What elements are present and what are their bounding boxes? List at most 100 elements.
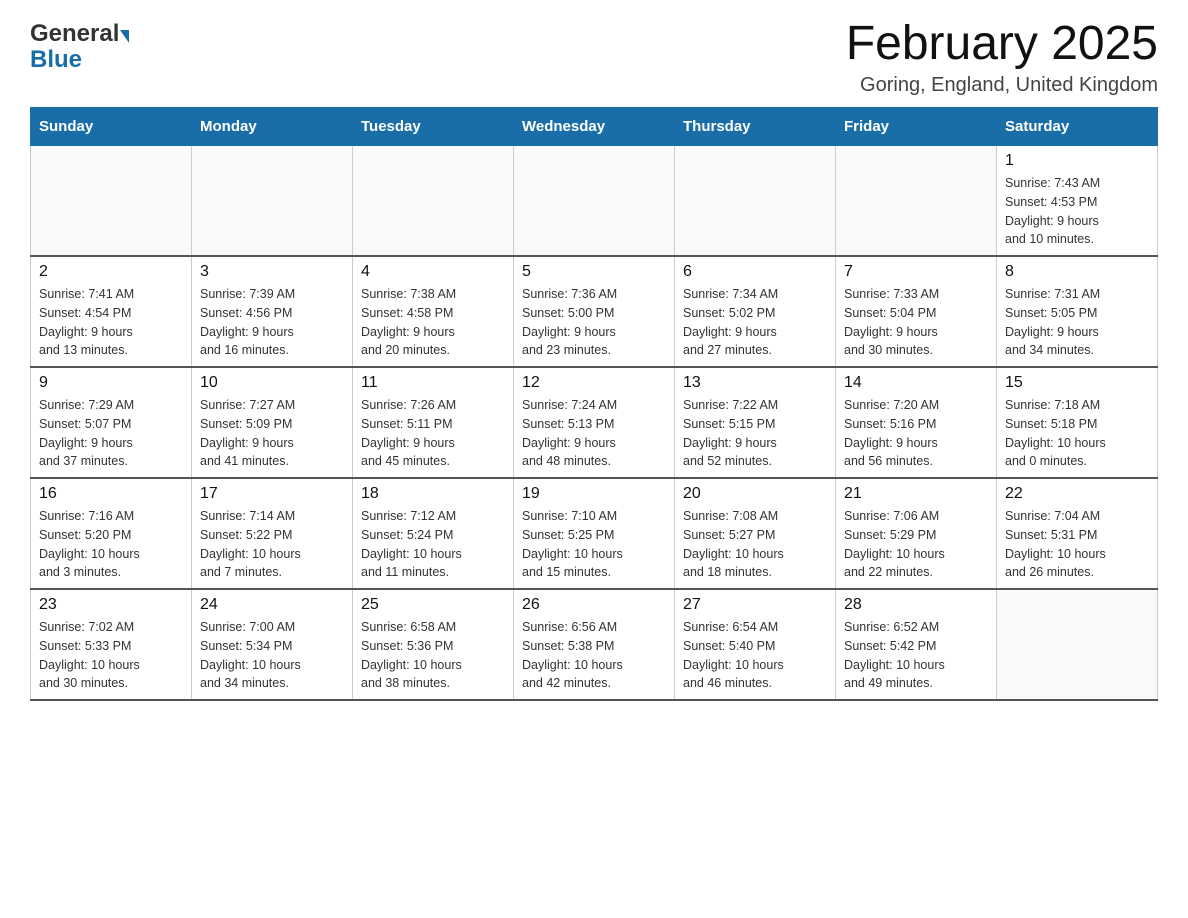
day-number: 23 <box>39 596 183 614</box>
calendar-week-1: 1 Sunrise: 7:43 AM Sunset: 4:53 PM Daylig… <box>31 146 1158 257</box>
table-row: 8 Sunrise: 7:31 AM Sunset: 5:05 PM Daylig… <box>997 256 1158 367</box>
table-row: 2 Sunrise: 7:41 AM Sunset: 4:54 PM Daylig… <box>31 256 192 367</box>
day-info: Sunrise: 7:39 AM Sunset: 4:56 PM Dayligh… <box>200 285 344 360</box>
day-number: 26 <box>522 596 666 614</box>
day-info: Sunrise: 7:14 AM Sunset: 5:22 PM Dayligh… <box>200 507 344 582</box>
table-row: 19Sunrise: 7:10 AM Sunset: 5:25 PM Dayli… <box>514 478 675 589</box>
calendar-week-3: 9 Sunrise: 7:29 AM Sunset: 5:07 PM Daylig… <box>31 367 1158 478</box>
table-row: 10 Sunrise: 7:27 AM Sunset: 5:09 PM Dayli… <box>192 367 353 478</box>
logo-blue-text: Blue <box>30 46 82 73</box>
day-number: 9 <box>39 374 183 392</box>
table-row: 6 Sunrise: 7:34 AM Sunset: 5:02 PM Daylig… <box>675 256 836 367</box>
day-info: Sunrise: 6:54 AM Sunset: 5:40 PM Dayligh… <box>683 618 827 693</box>
header-monday: Monday <box>192 108 353 146</box>
day-number: 18 <box>361 485 505 503</box>
table-row: 3 Sunrise: 7:39 AM Sunset: 4:56 PM Daylig… <box>192 256 353 367</box>
table-row <box>353 146 514 257</box>
day-info: Sunrise: 6:58 AM Sunset: 5:36 PM Dayligh… <box>361 618 505 693</box>
table-row: 27 Sunrise: 6:54 AM Sunset: 5:40 PM Dayli… <box>675 589 836 700</box>
month-title: February 2025 <box>846 20 1158 68</box>
table-row: 21 Sunrise: 7:06 AM Sunset: 5:29 PM Dayli… <box>836 478 997 589</box>
day-info: Sunrise: 7:43 AM Sunset: 4:53 PM Dayligh… <box>1005 174 1149 249</box>
header-friday: Friday <box>836 108 997 146</box>
table-row: 7 Sunrise: 7:33 AM Sunset: 5:04 PM Daylig… <box>836 256 997 367</box>
table-row: 24Sunrise: 7:00 AM Sunset: 5:34 PM Dayli… <box>192 589 353 700</box>
day-info: Sunrise: 7:36 AM Sunset: 5:00 PM Dayligh… <box>522 285 666 360</box>
day-info: Sunrise: 7:41 AM Sunset: 4:54 PM Dayligh… <box>39 285 183 360</box>
day-number: 27 <box>683 596 827 614</box>
calendar-table: Sunday Monday Tuesday Wednesday Thursday… <box>30 107 1158 701</box>
day-info: Sunrise: 7:27 AM Sunset: 5:09 PM Dayligh… <box>200 396 344 471</box>
header-saturday: Saturday <box>997 108 1158 146</box>
header-tuesday: Tuesday <box>353 108 514 146</box>
table-row <box>675 146 836 257</box>
day-info: Sunrise: 7:24 AM Sunset: 5:13 PM Dayligh… <box>522 396 666 471</box>
day-number: 12 <box>522 374 666 392</box>
day-number: 28 <box>844 596 988 614</box>
table-row: 22Sunrise: 7:04 AM Sunset: 5:31 PM Dayli… <box>997 478 1158 589</box>
calendar-header-row: Sunday Monday Tuesday Wednesday Thursday… <box>31 108 1158 146</box>
day-number: 3 <box>200 263 344 281</box>
table-row <box>31 146 192 257</box>
day-info: Sunrise: 6:56 AM Sunset: 5:38 PM Dayligh… <box>522 618 666 693</box>
day-number: 5 <box>522 263 666 281</box>
day-number: 13 <box>683 374 827 392</box>
table-row: 17 Sunrise: 7:14 AM Sunset: 5:22 PM Dayli… <box>192 478 353 589</box>
day-number: 16 <box>39 485 183 503</box>
day-info: Sunrise: 7:34 AM Sunset: 5:02 PM Dayligh… <box>683 285 827 360</box>
day-info: Sunrise: 7:06 AM Sunset: 5:29 PM Dayligh… <box>844 507 988 582</box>
day-info: Sunrise: 7:26 AM Sunset: 5:11 PM Dayligh… <box>361 396 505 471</box>
day-info: Sunrise: 7:22 AM Sunset: 5:15 PM Dayligh… <box>683 396 827 471</box>
day-info: Sunrise: 7:12 AM Sunset: 5:24 PM Dayligh… <box>361 507 505 582</box>
table-row: 1 Sunrise: 7:43 AM Sunset: 4:53 PM Daylig… <box>997 146 1158 257</box>
table-row: 28Sunrise: 6:52 AM Sunset: 5:42 PM Dayli… <box>836 589 997 700</box>
header-thursday: Thursday <box>675 108 836 146</box>
table-row: 18 Sunrise: 7:12 AM Sunset: 5:24 PM Dayli… <box>353 478 514 589</box>
table-row: 23 Sunrise: 7:02 AM Sunset: 5:33 PM Dayli… <box>31 589 192 700</box>
day-number: 1 <box>1005 152 1149 170</box>
day-info: Sunrise: 7:16 AM Sunset: 5:20 PM Dayligh… <box>39 507 183 582</box>
table-row: 13 Sunrise: 7:22 AM Sunset: 5:15 PM Dayli… <box>675 367 836 478</box>
header-sunday: Sunday <box>31 108 192 146</box>
table-row: 16 Sunrise: 7:16 AM Sunset: 5:20 PM Dayli… <box>31 478 192 589</box>
table-row: 11 Sunrise: 7:26 AM Sunset: 5:11 PM Dayli… <box>353 367 514 478</box>
day-number: 15 <box>1005 374 1149 392</box>
day-info: Sunrise: 7:18 AM Sunset: 5:18 PM Dayligh… <box>1005 396 1149 471</box>
table-row: 4 Sunrise: 7:38 AM Sunset: 4:58 PM Daylig… <box>353 256 514 367</box>
day-number: 19 <box>522 485 666 503</box>
table-row <box>192 146 353 257</box>
day-number: 6 <box>683 263 827 281</box>
day-number: 7 <box>844 263 988 281</box>
day-info: Sunrise: 7:02 AM Sunset: 5:33 PM Dayligh… <box>39 618 183 693</box>
day-number: 17 <box>200 485 344 503</box>
table-row: 5 Sunrise: 7:36 AM Sunset: 5:00 PM Daylig… <box>514 256 675 367</box>
day-info: Sunrise: 7:33 AM Sunset: 5:04 PM Dayligh… <box>844 285 988 360</box>
table-row <box>514 146 675 257</box>
day-info: Sunrise: 7:20 AM Sunset: 5:16 PM Dayligh… <box>844 396 988 471</box>
table-row <box>997 589 1158 700</box>
calendar-week-5: 23 Sunrise: 7:02 AM Sunset: 5:33 PM Dayli… <box>31 589 1158 700</box>
day-info: Sunrise: 7:08 AM Sunset: 5:27 PM Dayligh… <box>683 507 827 582</box>
day-number: 25 <box>361 596 505 614</box>
table-row: 15 Sunrise: 7:18 AM Sunset: 5:18 PM Dayli… <box>997 367 1158 478</box>
day-number: 11 <box>361 374 505 392</box>
day-number: 4 <box>361 263 505 281</box>
calendar-week-4: 16 Sunrise: 7:16 AM Sunset: 5:20 PM Dayli… <box>31 478 1158 589</box>
table-row: 14 Sunrise: 7:20 AM Sunset: 5:16 PM Dayli… <box>836 367 997 478</box>
day-number: 14 <box>844 374 988 392</box>
day-number: 2 <box>39 263 183 281</box>
logo: General Blue <box>30 20 129 74</box>
title-area: February 2025 Goring, England, United Ki… <box>846 20 1158 97</box>
day-info: Sunrise: 7:38 AM Sunset: 4:58 PM Dayligh… <box>361 285 505 360</box>
logo-arrow-icon <box>120 30 129 43</box>
day-number: 20 <box>683 485 827 503</box>
table-row: 25 Sunrise: 6:58 AM Sunset: 5:36 PM Dayli… <box>353 589 514 700</box>
day-number: 21 <box>844 485 988 503</box>
table-row <box>836 146 997 257</box>
day-number: 8 <box>1005 263 1149 281</box>
calendar-week-2: 2 Sunrise: 7:41 AM Sunset: 4:54 PM Daylig… <box>31 256 1158 367</box>
day-info: Sunrise: 7:29 AM Sunset: 5:07 PM Dayligh… <box>39 396 183 471</box>
day-number: 22 <box>1005 485 1149 503</box>
day-info: Sunrise: 7:31 AM Sunset: 5:05 PM Dayligh… <box>1005 285 1149 360</box>
day-number: 10 <box>200 374 344 392</box>
